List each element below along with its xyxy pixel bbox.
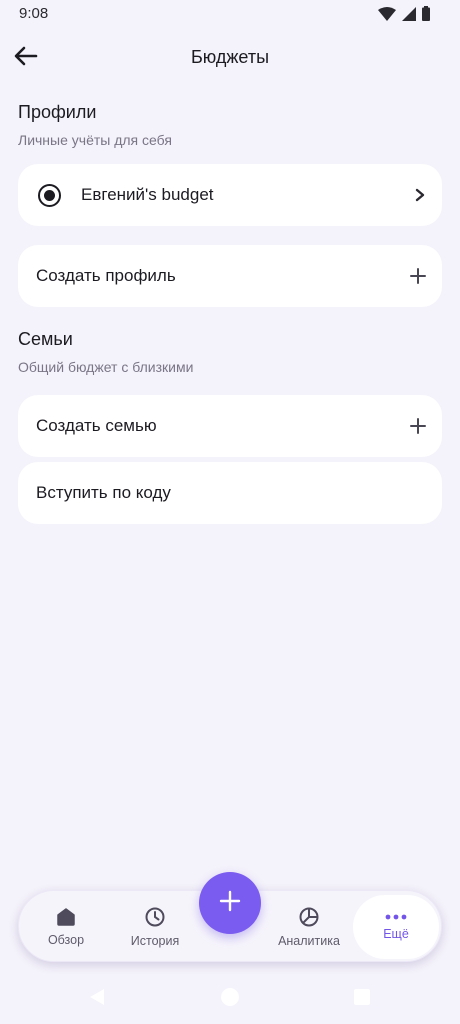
nav-item-history[interactable]: История (113, 891, 197, 963)
status-time: 9:08 (19, 5, 49, 22)
create-profile-label: Создать профиль (36, 266, 176, 285)
chevron-right-icon (414, 188, 426, 202)
profile-radio-button[interactable] (38, 183, 61, 207)
clock-icon (144, 906, 166, 928)
profile-item-evgeniy-budget[interactable]: Евгений's budget (18, 164, 442, 226)
profiles-section-subtitle: Личные учёты для себя (18, 132, 172, 148)
system-back-icon[interactable] (88, 988, 106, 1011)
system-navigation-bar (0, 976, 460, 1024)
wifi-icon (378, 6, 396, 21)
more-dots-icon (385, 913, 407, 921)
nav-label-analytics: Аналитика (278, 934, 340, 948)
status-bar: 9:08 (0, 0, 460, 28)
nav-label-overview: Обзор (47, 933, 85, 947)
battery-icon (422, 6, 430, 21)
plus-icon (219, 890, 241, 917)
join-by-code-button[interactable]: Вступить по коду (18, 462, 442, 524)
add-transaction-fab[interactable] (199, 872, 261, 934)
budgets-screen: 9:08 Бюджеты Профили Личные учёты для се… (0, 0, 460, 1024)
home-icon (56, 907, 76, 927)
create-family-button[interactable]: Создать семью (18, 395, 442, 457)
nav-item-more[interactable]: Ещё (353, 895, 439, 959)
cellular-signal-icon (402, 6, 416, 21)
system-home-icon[interactable] (220, 987, 240, 1012)
join-by-code-label: Вступить по коду (36, 483, 171, 502)
plus-icon (410, 268, 426, 284)
top-app-bar: Бюджеты (0, 28, 460, 88)
system-recents-icon[interactable] (353, 988, 371, 1011)
nav-label-history: История (130, 934, 180, 948)
plus-icon (410, 418, 426, 434)
status-icons (378, 6, 430, 21)
nav-item-overview[interactable]: Обзор (19, 891, 113, 963)
pie-chart-icon (298, 906, 320, 928)
create-family-label: Создать семью (36, 416, 157, 435)
radio-selected-dot (44, 189, 55, 201)
families-section-subtitle: Общий бюджет с близкими (18, 359, 194, 375)
page-title: Бюджеты (190, 47, 270, 67)
profiles-section-title: Профили (18, 102, 97, 122)
nav-label-more: Ещё (383, 927, 409, 941)
profile-item-label: Евгений's budget (81, 185, 214, 204)
create-profile-button[interactable]: Создать профиль (18, 245, 442, 307)
families-section-title: Семьи (18, 329, 73, 349)
nav-item-analytics[interactable]: Аналитика (265, 891, 353, 963)
